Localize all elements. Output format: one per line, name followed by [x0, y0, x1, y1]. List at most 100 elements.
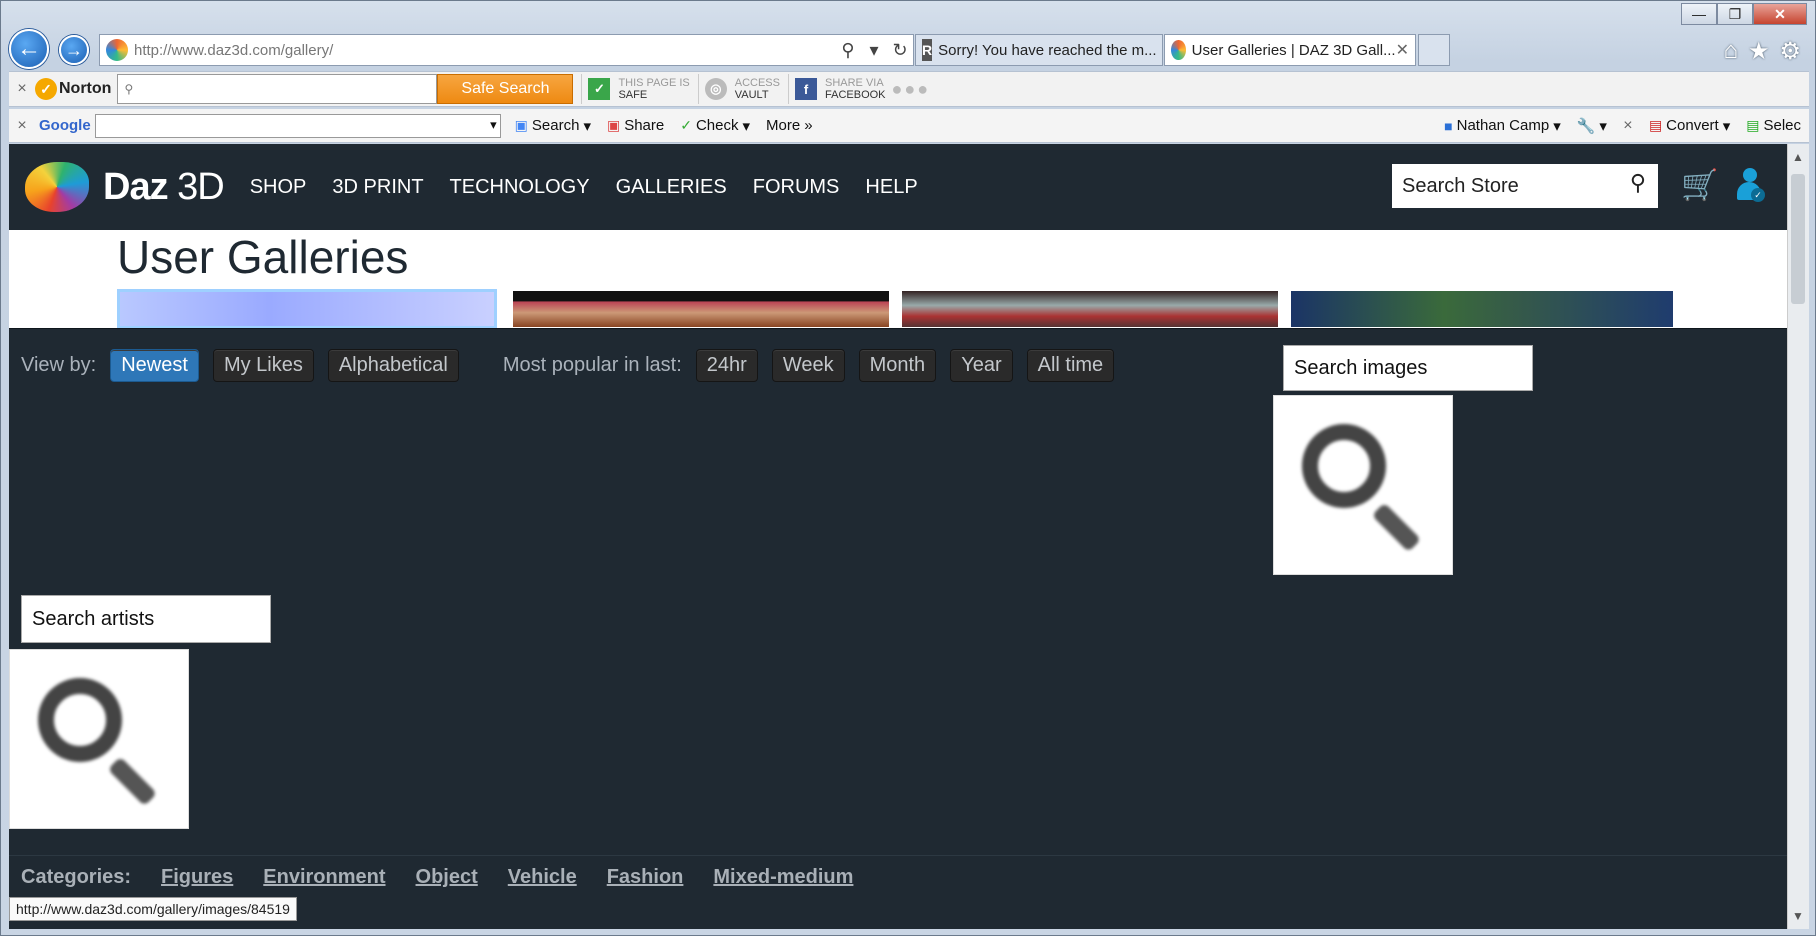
scrollbar-thumb[interactable] — [1791, 174, 1805, 304]
popular-month-button[interactable]: Month — [858, 349, 937, 382]
access-vault-button[interactable]: ◎ ACCESS VAULT — [697, 74, 780, 104]
maximize-icon[interactable]: ❐ — [1717, 3, 1753, 25]
address-url[interactable]: http://www.daz3d.com/gallery/ — [134, 42, 835, 59]
category-mixed-medium[interactable]: Mixed-medium — [713, 866, 853, 889]
user-account-button[interactable]: ■ Nathan Camp ▾ — [1444, 117, 1561, 135]
category-environment[interactable]: Environment — [263, 866, 385, 889]
scroll-down-icon[interactable]: ▼ — [1792, 909, 1804, 923]
refresh-icon[interactable]: ↻ — [887, 40, 913, 61]
check-icon: ✓ — [680, 117, 692, 133]
close-tab-icon[interactable]: ✕ — [1396, 40, 1409, 60]
category-object[interactable]: Object — [416, 866, 478, 889]
user-icon: ■ — [1444, 117, 1453, 134]
search-icon[interactable]: ⚲ — [835, 40, 861, 61]
google-search-button[interactable]: ▣ Search ▾ — [515, 117, 591, 135]
vertical-scrollbar[interactable]: ▲ ▼ — [1787, 144, 1809, 929]
search-artists-button[interactable] — [9, 649, 189, 829]
category-vehicle[interactable]: Vehicle — [508, 866, 577, 889]
popular-year-button[interactable]: Year — [950, 349, 1013, 382]
account-icon[interactable]: ✓ — [1735, 168, 1765, 204]
view-newest-button[interactable]: Newest — [110, 349, 199, 382]
nav-help[interactable]: HELP — [865, 176, 917, 199]
facebook-icon: f — [795, 78, 817, 100]
popular-label: Most popular in last: — [502, 354, 682, 376]
safe-search-button[interactable]: Safe Search — [437, 74, 574, 104]
share-icon: ▣ — [606, 117, 621, 133]
daz-logo-mark-icon — [25, 162, 89, 212]
popular-all-time-button[interactable]: All time — [1026, 349, 1115, 382]
view-by-controls: View by: Newest My Likes Alphabetical Mo… — [21, 349, 1115, 382]
gear-icon[interactable]: ⚙ — [1779, 37, 1801, 66]
google-search-input[interactable] — [94, 113, 501, 138]
browser-right-icons: ⌂ ★ ⚙ — [1723, 37, 1801, 66]
search-images-button[interactable] — [1273, 395, 1453, 575]
magnifier-icon — [1302, 424, 1386, 508]
gallery-thumbnail[interactable] — [117, 289, 497, 329]
close-window-icon[interactable]: ✕ — [1753, 3, 1807, 25]
cart-icon[interactable]: 🛒 — [1681, 168, 1721, 204]
search-icon[interactable]: ⚲ — [1630, 170, 1646, 196]
nav-shop[interactable]: SHOP — [250, 176, 307, 199]
site-favicon-icon — [106, 39, 128, 61]
back-button[interactable]: ← — [9, 29, 49, 69]
tab-sorry[interactable]: R Sorry! You have reached the m... — [915, 34, 1163, 66]
norton-check-icon: ✓ — [35, 78, 57, 100]
page-title: User Galleries — [117, 231, 409, 283]
r-favicon-icon: R — [922, 39, 933, 61]
popular-week-button[interactable]: Week — [771, 349, 845, 382]
category-figures[interactable]: Figures — [161, 866, 233, 889]
store-search-input[interactable]: Search Store ⚲ — [1392, 164, 1658, 208]
convert-button[interactable]: ▤ Convert ▾ — [1649, 117, 1730, 135]
norton-search-input[interactable]: ⚲ — [117, 74, 438, 104]
dropdown-icon[interactable]: ▾ — [861, 40, 887, 61]
google-logo: Google — [39, 117, 91, 134]
google-toolbar-right: ■ Nathan Camp ▾ 🔧 ▾ × ▤ Convert ▾ ▤ Selec — [1436, 117, 1809, 135]
search-artists-input[interactable]: Search artists — [21, 595, 271, 643]
wrench-button[interactable]: 🔧 ▾ — [1577, 117, 1607, 135]
tab-label: Sorry! You have reached the m... — [938, 41, 1157, 59]
norton-logo: ✓ Norton — [35, 78, 111, 100]
google-share-button[interactable]: ▣ Share — [607, 117, 664, 134]
page-safe-indicator[interactable]: ✓ THIS PAGE IS SAFE — [581, 74, 690, 104]
close-toolbar-icon[interactable]: × — [9, 80, 35, 98]
view-alphabetical-button[interactable]: Alphabetical — [327, 349, 459, 382]
category-fashion[interactable]: Fashion — [607, 866, 684, 889]
share-facebook-button[interactable]: f SHARE VIA FACEBOOK ●●● — [788, 74, 930, 104]
daz-favicon-icon — [1171, 40, 1186, 60]
close-toolbar-icon[interactable]: × — [1615, 117, 1641, 135]
status-bar-url: http://www.daz3d.com/gallery/images/8451… — [9, 897, 297, 921]
home-icon[interactable]: ⌂ — [1723, 37, 1738, 66]
nav-galleries[interactable]: GALLERIES — [616, 176, 727, 199]
select-button[interactable]: ▤ Selec — [1746, 117, 1801, 134]
nav-technology[interactable]: TECHNOLOGY — [450, 176, 590, 199]
address-bar[interactable]: http://www.daz3d.com/gallery/ ⚲ ▾ ↻ — [99, 34, 914, 66]
minimize-icon[interactable]: — — [1681, 3, 1717, 25]
pdf-icon: ▤ — [1648, 117, 1663, 133]
gallery-thumbnail[interactable] — [900, 289, 1280, 329]
view-my-likes-button[interactable]: My Likes — [212, 349, 314, 382]
window-controls: — ❐ ✕ — [1681, 3, 1807, 25]
new-tab-button[interactable] — [1418, 34, 1450, 66]
vault-icon: ◎ — [704, 78, 727, 100]
categories-label: Categories: — [21, 866, 132, 888]
scroll-up-icon[interactable]: ▲ — [1792, 150, 1804, 164]
google-search-icon: ▣ — [514, 117, 528, 133]
gallery-thumbnail[interactable] — [1289, 289, 1675, 329]
google-more-button[interactable]: More» — [766, 117, 813, 134]
search-images-input[interactable]: Search images — [1283, 345, 1533, 391]
gallery-thumbnail[interactable] — [511, 289, 891, 329]
nav-3d-print[interactable]: 3D PRINT — [332, 176, 423, 199]
popular-24hr-button[interactable]: 24hr — [695, 349, 758, 382]
page-viewport: Daz 3D SHOP 3D PRINT TECHNOLOGY GALLERIE… — [9, 144, 1787, 929]
close-toolbar-icon[interactable]: × — [9, 117, 35, 135]
loading-dots-icon: ●●● — [891, 78, 931, 99]
tab-user-galleries[interactable]: User Galleries | DAZ 3D Gall... ✕ — [1164, 34, 1416, 66]
favorites-star-icon[interactable]: ★ — [1748, 37, 1770, 66]
daz3d-logo[interactable]: Daz 3D — [25, 162, 225, 212]
wrench-icon: 🔧 — [1576, 117, 1596, 135]
forward-button[interactable]: → — [59, 35, 89, 65]
google-check-button[interactable]: ✓ Check ▾ — [680, 117, 750, 135]
double-chevron-icon: » — [804, 117, 813, 134]
nav-forums[interactable]: FORUMS — [753, 176, 840, 199]
main-nav: SHOP 3D PRINT TECHNOLOGY GALLERIES FORUM… — [250, 176, 918, 199]
